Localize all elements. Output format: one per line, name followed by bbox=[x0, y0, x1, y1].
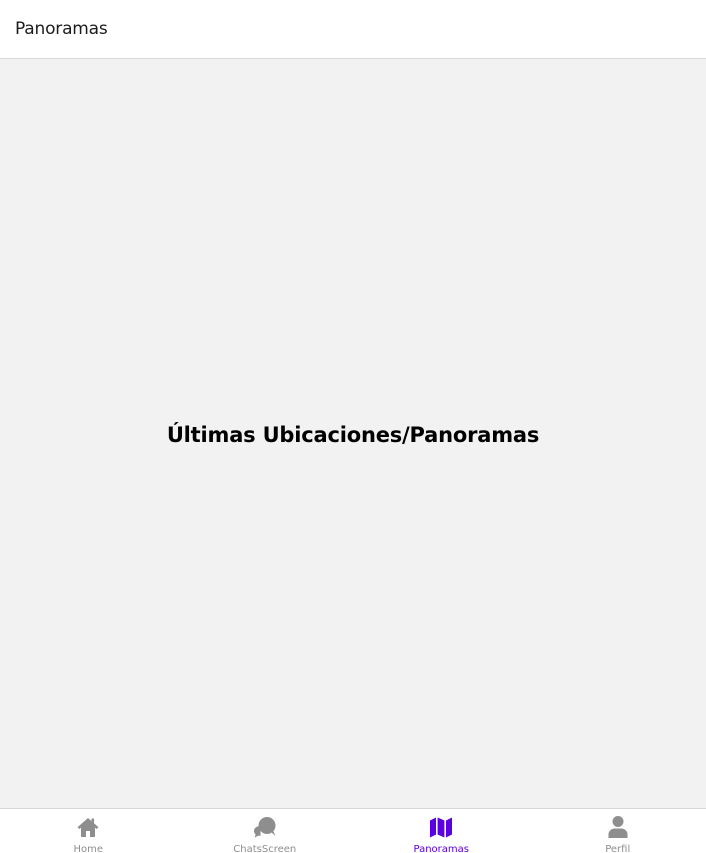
person-icon bbox=[608, 816, 628, 838]
tab-panoramas-label: Panoramas bbox=[413, 844, 469, 853]
bottom-tab-bar: Home ChatsScreen Panoramas Perfil bbox=[0, 808, 706, 853]
chat-bubbles-icon bbox=[253, 817, 276, 838]
home-icon bbox=[77, 818, 99, 837]
main-content: Últimas Ubicaciones/Panoramas bbox=[0, 59, 706, 808]
tab-home-label: Home bbox=[73, 844, 104, 853]
app-screen: Panoramas Últimas Ubicaciones/Panoramas … bbox=[0, 0, 706, 853]
header-bar: Panoramas bbox=[0, 0, 706, 59]
tab-chatsscreen-label: ChatsScreen bbox=[233, 844, 297, 853]
map-icon bbox=[430, 817, 453, 838]
tab-panoramas[interactable]: Panoramas bbox=[353, 809, 530, 853]
tab-chatsscreen[interactable]: ChatsScreen bbox=[177, 809, 354, 853]
tab-perfil[interactable]: Perfil bbox=[530, 809, 706, 853]
page-title: Panoramas bbox=[15, 19, 108, 39]
tab-perfil-label: Perfil bbox=[605, 844, 631, 853]
tab-home[interactable]: Home bbox=[0, 809, 177, 853]
content-heading: Últimas Ubicaciones/Panoramas bbox=[166, 423, 540, 447]
